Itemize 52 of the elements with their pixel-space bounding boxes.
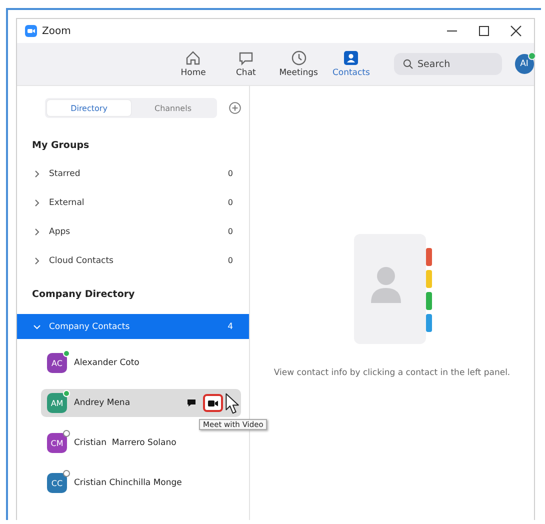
tab[interactable]: Directory xyxy=(47,100,131,116)
nav-tab[interactable]: Chat xyxy=(220,50,272,78)
contact-row[interactable]: AC Alexander Coto xyxy=(41,349,241,377)
chat-bubble-icon xyxy=(187,399,196,407)
group-row[interactable]: Cloud Contacts 0 xyxy=(17,246,249,275)
nav-tab[interactable]: Meetings xyxy=(272,50,325,78)
group-label: Cloud Contacts xyxy=(49,256,114,266)
contact-name: Alexander Coto xyxy=(74,358,140,368)
clock-icon xyxy=(290,50,307,66)
video-button[interactable] xyxy=(203,394,223,412)
contact-avatar: CC xyxy=(47,473,67,493)
chat-button[interactable] xyxy=(187,399,196,407)
close-button[interactable] xyxy=(510,25,522,37)
mouse-cursor-icon xyxy=(225,393,240,414)
maximize-button[interactable] xyxy=(478,25,490,37)
group-row[interactable]: External 0 xyxy=(17,188,249,217)
add-icon[interactable] xyxy=(229,102,241,114)
contact-avatar: AM xyxy=(47,393,67,413)
group-count: 0 xyxy=(228,256,233,265)
section-heading: Company Directory xyxy=(32,289,136,300)
group-count: 0 xyxy=(228,169,233,178)
contact-avatar: AC xyxy=(47,353,67,373)
contact-row[interactable]: CC Cristian Chinchilla Monge xyxy=(41,469,241,497)
contact-name: Cristian Chinchilla Monge xyxy=(74,478,183,488)
window-title: Zoom xyxy=(42,26,72,36)
search-icon xyxy=(402,59,412,69)
chat-icon xyxy=(238,50,254,66)
contacts-icon xyxy=(343,50,360,66)
contact-avatar: CM xyxy=(47,433,67,453)
search-field[interactable]: Search xyxy=(394,53,502,75)
contact-name: Cristian Marrero Solano xyxy=(74,438,178,448)
group-label: External xyxy=(49,198,86,208)
group-count: 4 xyxy=(228,322,233,332)
contact-row[interactable]: CM Cristian Marrero Solano xyxy=(41,429,241,457)
nav-tab[interactable]: Contacts xyxy=(324,50,378,78)
contact-name: Andrey Mena xyxy=(74,398,132,408)
group-label: Company Contacts xyxy=(49,322,131,332)
group-row[interactable]: Starred 0 xyxy=(17,159,249,188)
video-camera-icon xyxy=(208,400,218,406)
zoom-logo-icon xyxy=(25,25,37,37)
group-count: 0 xyxy=(228,227,233,236)
group-count: 0 xyxy=(228,198,233,207)
nav-tab[interactable]: Home xyxy=(167,50,220,78)
group-row[interactable]: Apps 0 xyxy=(17,217,249,246)
section-heading: My Groups xyxy=(32,140,90,151)
group-row[interactable]: Company Contacts 4 xyxy=(17,314,249,339)
group-label: Apps xyxy=(49,226,72,236)
profile-avatar[interactable]: AI xyxy=(514,54,534,74)
empty-state-message: View contact info by clicking a contact in the left panel. xyxy=(274,368,510,378)
tab[interactable]: Channels xyxy=(131,100,215,116)
group-label: Starred xyxy=(49,168,82,178)
home-icon xyxy=(185,50,202,66)
